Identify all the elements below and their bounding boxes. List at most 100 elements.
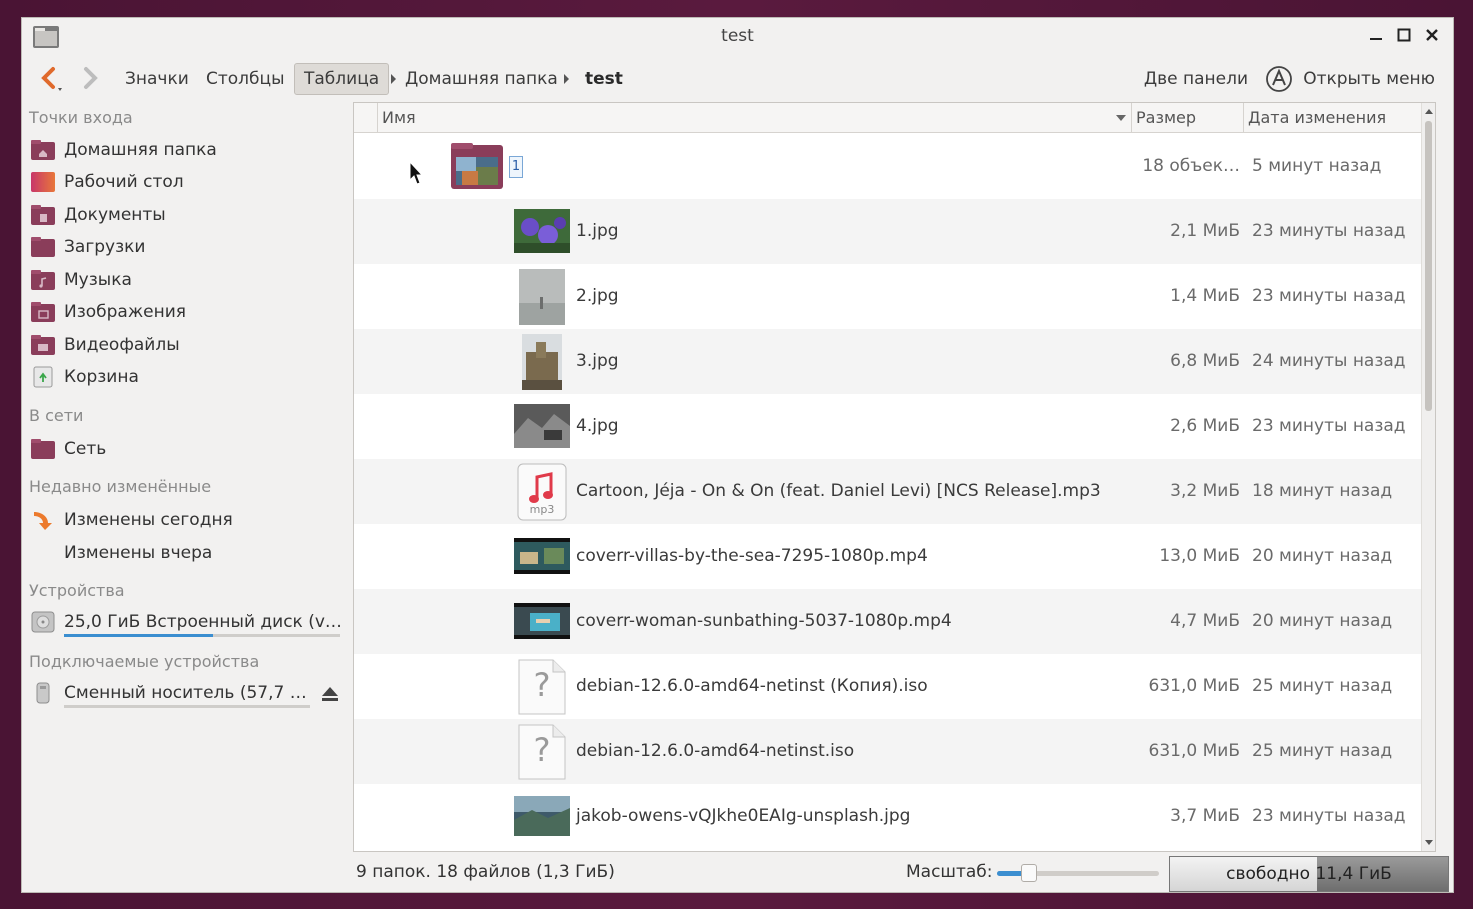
column-date-header[interactable]: Дата изменения [1243, 103, 1406, 133]
view-table-button[interactable]: Таблица [294, 63, 390, 95]
file-date: 23 минуты назад [1252, 286, 1406, 306]
sidebar-item-trash[interactable]: Корзина [30, 362, 342, 392]
sidebar-item-label: Домашняя папка [64, 140, 217, 160]
devices-header: Устройства [29, 581, 125, 600]
column-size-label: Размер [1136, 108, 1197, 127]
sidebar-item-music[interactable]: Музыка [30, 265, 342, 295]
scroll-down-icon[interactable] [1424, 839, 1434, 847]
sidebar-item-documents[interactable]: Документы [30, 200, 342, 230]
table-row[interactable]: coverr-woman-sunbathing-5037-1080p.mp4 4… [354, 589, 1432, 654]
sort-descending-icon [1116, 115, 1126, 121]
column-name-header[interactable]: Имя [377, 103, 1131, 133]
table-row[interactable]: 3.jpg 6,8 МиБ 24 минуты назад [354, 329, 1432, 394]
network-folder-icon [31, 439, 55, 459]
desktop-folder-icon [31, 172, 55, 192]
unknown-glyph: ? [533, 666, 551, 704]
trash-icon [33, 366, 53, 388]
file-date: 25 минут назад [1252, 676, 1393, 696]
table-row[interactable]: 4.jpg 2,6 МиБ 23 минуты назад [354, 394, 1432, 459]
pictures-folder-icon [31, 302, 55, 322]
file-name: jakob-owens-vQJkhe0EAIg-unsplash.jpg [576, 806, 911, 826]
breadcrumb-separator-icon [391, 74, 396, 84]
breadcrumb-home[interactable]: Домашняя папка [405, 63, 558, 95]
sidebar-item-pictures[interactable]: Изображения [30, 297, 342, 327]
file-type-label: mp3 [529, 503, 555, 516]
sidebar-item-downloads[interactable]: Загрузки [30, 232, 342, 262]
image-thumbnail-icon [514, 404, 570, 448]
column-date-label: Дата изменения [1248, 108, 1387, 127]
breadcrumb-current[interactable]: test [585, 63, 623, 95]
view-icons-button[interactable]: Значки [116, 63, 198, 95]
breadcrumb-separator-icon [564, 74, 569, 84]
folder-size: 18 объек… [1142, 156, 1240, 176]
table-row[interactable]: mp3 Cartoon, Jéja - On & On (feat. Danie… [354, 459, 1432, 524]
file-list-pane[interactable]: Имя Размер Дата изменения 1 18 объек… 5 … [353, 102, 1436, 852]
sidebar-item-home[interactable]: Домашняя папка [30, 135, 342, 165]
file-name: Cartoon, Jéja - On & On (feat. Daniel Le… [576, 481, 1101, 501]
sidebar-item-videos[interactable]: Видеофайлы [30, 330, 342, 360]
file-date: 24 минуты назад [1252, 351, 1406, 371]
dual-pane-button[interactable]: Две панели [1144, 63, 1248, 95]
file-size: 2,1 МиБ [1170, 221, 1240, 241]
removable-header: Подключаемые устройства [29, 652, 260, 671]
table-row[interactable]: ? debian-12.6.0-amd64-netinst.iso 631,0 … [354, 719, 1432, 784]
videos-folder-icon [31, 335, 55, 355]
zoom-slider-handle[interactable] [1021, 864, 1038, 882]
forward-button[interactable] [78, 64, 102, 94]
sidebar-item-label: Изменены вчера [64, 543, 213, 563]
sidebar-item-label: Сеть [64, 439, 107, 459]
file-name: coverr-villas-by-the-sea-7295-1080p.mp4 [576, 546, 928, 566]
recent-header: Недавно изменённые [29, 477, 212, 496]
zoom-slider[interactable] [997, 864, 1159, 882]
table-row[interactable]: 2.jpg 1,4 МиБ 23 минуты назад [354, 264, 1432, 329]
home-folder-icon [31, 140, 55, 160]
places-header: Точки входа [29, 108, 133, 127]
file-size: 631,0 МиБ [1148, 676, 1240, 696]
close-button[interactable] [1421, 24, 1443, 46]
menu-a-icon[interactable] [1265, 65, 1293, 93]
table-row[interactable]: jakob-owens-vQJkhe0EAIg-unsplash.jpg 3,7… [354, 784, 1432, 849]
table-row[interactable]: 1.jpg 2,1 МиБ 23 минуты назад [354, 199, 1432, 264]
back-arrow-icon [41, 67, 62, 91]
file-date: 25 минут назад [1252, 741, 1393, 761]
hard-disk-icon [31, 611, 55, 633]
file-date: 23 минуты назад [1252, 221, 1406, 241]
scroll-up-icon[interactable] [1424, 107, 1434, 115]
sidebar-item-modified-yesterday[interactable]: Изменены вчера [30, 538, 342, 568]
usb-drive-icon [36, 682, 50, 704]
table-row[interactable]: coverr-villas-by-the-sea-7295-1080p.mp4 … [354, 524, 1432, 589]
sidebar-item-internal-disk[interactable]: 25,0 ГиБ Встроенный диск (vd... [30, 607, 342, 637]
column-name-label: Имя [382, 108, 416, 127]
open-menu-button[interactable]: Открыть меню [1303, 63, 1435, 95]
file-name: 3.jpg [576, 351, 619, 371]
vertical-scrollbar[interactable] [1421, 103, 1435, 851]
image-thumbnail-icon [522, 334, 562, 390]
sidebar-item-modified-today[interactable]: Изменены сегодня [30, 505, 342, 535]
file-name: 1.jpg [576, 221, 619, 241]
status-summary: 9 папок. 18 файлов (1,3 ГиБ) [356, 862, 615, 882]
file-name: 2.jpg [576, 286, 619, 306]
sidebar-item-desktop[interactable]: Рабочий стол [30, 167, 342, 197]
sidebar-item-label: Изменены сегодня [64, 510, 233, 530]
file-size: 3,2 МиБ [1170, 481, 1240, 501]
back-button[interactable] [38, 64, 66, 94]
forward-arrow-icon [84, 67, 98, 89]
sidebar-item-label: Видеофайлы [64, 335, 180, 355]
network-header: В сети [29, 406, 84, 425]
title-bar[interactable]: test [22, 18, 1453, 54]
maximize-button[interactable] [1393, 24, 1415, 46]
music-folder-icon [31, 270, 55, 290]
eject-icon[interactable] [320, 685, 340, 703]
file-date: 20 минут назад [1252, 546, 1393, 566]
file-size: 3,7 МиБ [1170, 806, 1240, 826]
scrollbar-thumb[interactable] [1425, 121, 1432, 411]
file-date: 20 минут назад [1252, 611, 1393, 631]
sidebar-item-network[interactable]: Сеть [30, 434, 342, 464]
column-size-header[interactable]: Размер [1131, 103, 1243, 133]
table-row[interactable]: ? debian-12.6.0-amd64-netinst (Копия).is… [354, 654, 1432, 719]
table-row-folder[interactable]: 1 18 объек… 5 минут назад [354, 134, 1432, 199]
sidebar-item-removable[interactable]: Сменный носитель (57,7 Г... [30, 678, 342, 708]
view-columns-button[interactable]: Столбцы [197, 63, 294, 95]
minimize-button[interactable] [1365, 24, 1387, 46]
zoom-label: Масштаб: [906, 862, 993, 882]
